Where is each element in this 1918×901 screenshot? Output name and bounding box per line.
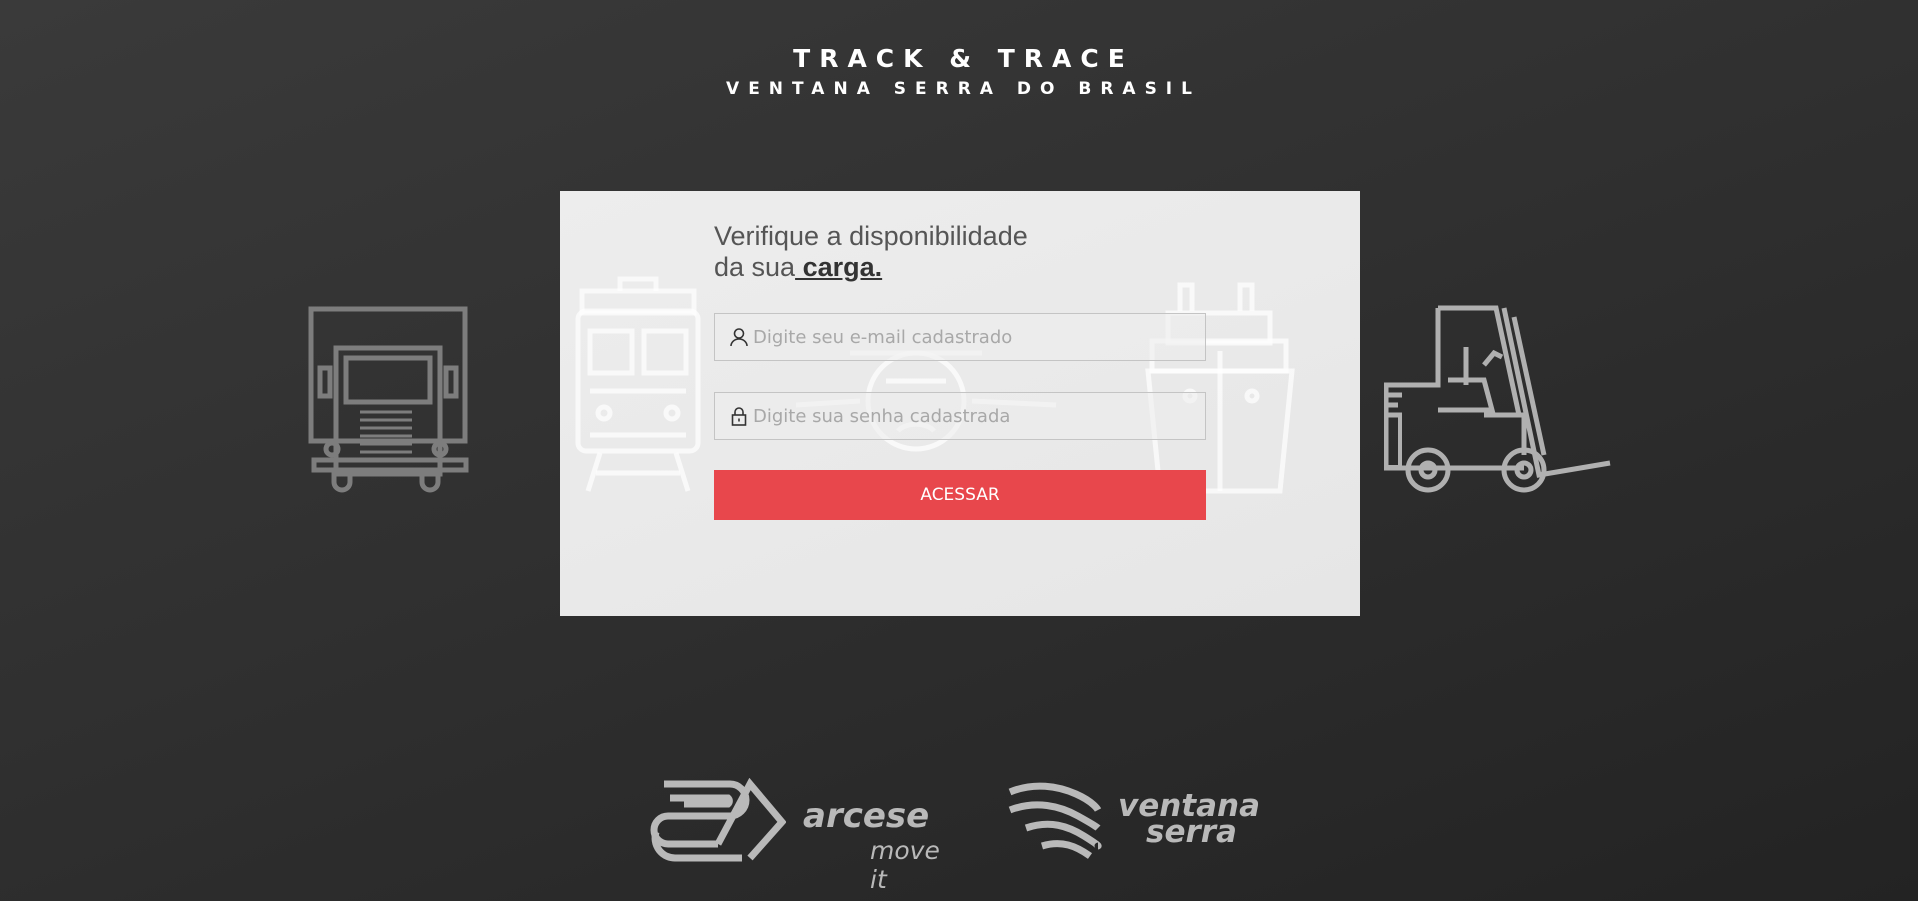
forklift-icon <box>1384 305 1614 495</box>
email-field[interactable] <box>714 313 1206 361</box>
password-field[interactable] <box>714 392 1206 440</box>
password-input[interactable] <box>753 393 1193 439</box>
arcese-mark-icon <box>650 777 787 862</box>
page-subtitle: VENTANA SERRA DO BRASIL <box>726 79 1201 99</box>
page-header: TRACK & TRACE VENTANA SERRA DO BRASIL <box>0 44 1918 100</box>
user-icon <box>729 327 749 347</box>
lock-icon <box>729 406 749 426</box>
footer-logos: arcese move it ventana serra <box>0 777 1918 894</box>
truck-icon <box>308 306 472 494</box>
login-heading: Verifique a disponibilidade da sua carga… <box>714 221 1206 283</box>
arcese-tagline: move it <box>870 836 940 894</box>
login-card: Verifique a disponibilidade da sua carga… <box>560 191 1360 616</box>
ventana-wave-icon <box>1008 782 1102 859</box>
arcese-wordmark: arcese <box>803 796 930 836</box>
heading-emphasis: carga. <box>795 252 883 282</box>
login-form: Verifique a disponibilidade da sua carga… <box>714 221 1206 520</box>
heading-prefix: da sua <box>714 252 796 282</box>
heading-line-1: Verifique a disponibilidade <box>714 221 1028 251</box>
submit-button[interactable]: ACESSAR <box>714 470 1206 520</box>
ventana-wordmark-line2: serra <box>1146 814 1237 850</box>
ventana-serra-logo: ventana serra <box>1006 780 1260 869</box>
arcese-logo: arcese move it <box>648 777 940 894</box>
heading-line-2: da sua carga. <box>714 252 1206 283</box>
page-title: TRACK & TRACE <box>793 44 1134 73</box>
email-input[interactable] <box>753 314 1193 360</box>
train-icon <box>575 276 701 492</box>
